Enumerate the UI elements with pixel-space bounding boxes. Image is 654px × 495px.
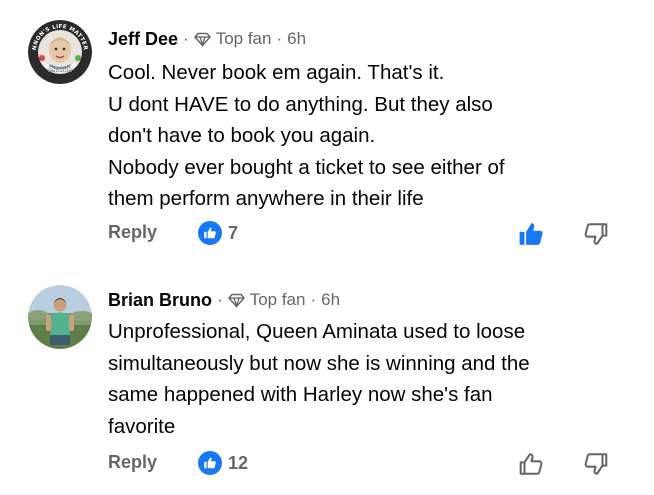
comment-line: Nobody ever bought a ticket to see eithe… bbox=[108, 155, 505, 179]
thumbs-up-icon bbox=[519, 223, 543, 245]
thumbs-up-icon bbox=[519, 453, 543, 475]
comment-line: same happened with Harley now she's fan bbox=[108, 383, 493, 406]
dislike-button[interactable] bbox=[582, 450, 610, 478]
comment-line: them perform anywhere in their life bbox=[108, 187, 424, 210]
like-button[interactable] bbox=[517, 450, 545, 478]
separator: · bbox=[217, 290, 223, 309]
comment-header: Jeff Dee · Top fan · 6h bbox=[108, 27, 306, 51]
comment-text: Unprofessional, Queen Aminata used to lo… bbox=[108, 316, 628, 442]
comment-line: simultaneously but now she is winning an… bbox=[108, 351, 530, 375]
top-fan-badge: Top fan bbox=[193, 29, 272, 49]
thumbs-down-icon bbox=[584, 223, 608, 245]
author-name[interactable]: Brian Bruno bbox=[108, 290, 212, 311]
thumbs-down-icon bbox=[584, 453, 608, 475]
like-reaction-icon bbox=[198, 451, 222, 475]
comment-text: Cool. Never book em again. That's it. U … bbox=[108, 57, 628, 215]
avatar-image: CANNON'S LIFE MATTERED #SAYHISNAME bbox=[28, 20, 92, 84]
comment-line: Cool. Never book em again. That's it. bbox=[108, 61, 445, 84]
comment-actions: Reply 7 bbox=[108, 220, 654, 250]
comment-header: Brian Bruno · Top fan · 6h bbox=[108, 288, 340, 312]
badge-label: Top fan bbox=[249, 290, 306, 309]
avatar[interactable]: CANNON'S LIFE MATTERED #SAYHISNAME bbox=[28, 20, 92, 84]
separator: · bbox=[183, 29, 189, 48]
timestamp[interactable]: 6h bbox=[287, 29, 306, 49]
reaction-count: 7 bbox=[228, 222, 239, 243]
reply-button[interactable]: Reply bbox=[108, 452, 157, 473]
dislike-button[interactable] bbox=[582, 220, 610, 248]
comment-actions: Reply 12 bbox=[108, 450, 654, 480]
author-name[interactable]: Jeff Dee bbox=[108, 29, 178, 50]
top-fan-diamond-icon bbox=[227, 293, 245, 308]
reply-button[interactable]: Reply bbox=[108, 222, 157, 243]
comment-line: don't have to book you again. bbox=[108, 124, 376, 147]
like-reaction-icon bbox=[198, 221, 222, 245]
badge-label: Top fan bbox=[215, 29, 272, 48]
separator: · bbox=[310, 290, 317, 309]
comment-line: favorite bbox=[108, 414, 176, 438]
like-button[interactable] bbox=[517, 220, 545, 248]
comment-line: Unprofessional, Queen Aminata used to lo… bbox=[108, 320, 526, 343]
reaction-count: 12 bbox=[228, 452, 249, 473]
top-fan-badge: Top fan bbox=[227, 290, 306, 310]
reaction-summary[interactable]: 7 bbox=[198, 221, 238, 245]
separator: · bbox=[276, 29, 283, 48]
comment: Brian Bruno · Top fan · 6h Unprofessiona… bbox=[0, 268, 654, 495]
comment-line: U dont HAVE to do anything. But they als… bbox=[108, 92, 493, 116]
top-fan-diamond-icon bbox=[193, 32, 211, 47]
reaction-summary[interactable]: 12 bbox=[198, 451, 248, 475]
avatar-image bbox=[28, 285, 92, 349]
timestamp[interactable]: 6h bbox=[321, 290, 340, 310]
comment: CANNON'S LIFE MATTERED #SAYHISNAME Jeff … bbox=[0, 0, 654, 262]
avatar[interactable] bbox=[28, 285, 92, 349]
